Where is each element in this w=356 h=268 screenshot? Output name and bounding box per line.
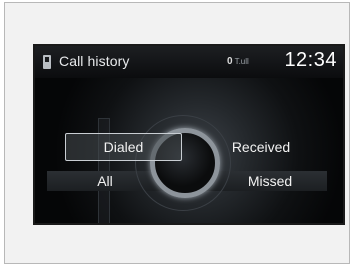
clock: 12:34 [284, 49, 337, 71]
option-dialed[interactable]: Dialed [65, 133, 182, 161]
option-all[interactable]: All [75, 168, 135, 194]
option-received[interactable]: Received [211, 134, 311, 160]
option-missed[interactable]: Missed [235, 168, 305, 194]
screen-title: Call history [59, 53, 130, 69]
status-indicator: 0 T.ull [227, 56, 249, 67]
figure-frame: Call history 0 T.ull 12:34 Dialed Receive… [4, 2, 350, 264]
status-bar: Call history 0 T.ull 12:34 [35, 46, 343, 79]
phone-icon [43, 55, 51, 69]
call-history-screen: Call history 0 T.ull 12:34 Dialed Receive… [33, 44, 345, 225]
menu-area: Dialed Received All Missed [35, 78, 343, 223]
signal-icon: T.ull [234, 57, 249, 66]
indicator-count: 0 [227, 56, 233, 67]
